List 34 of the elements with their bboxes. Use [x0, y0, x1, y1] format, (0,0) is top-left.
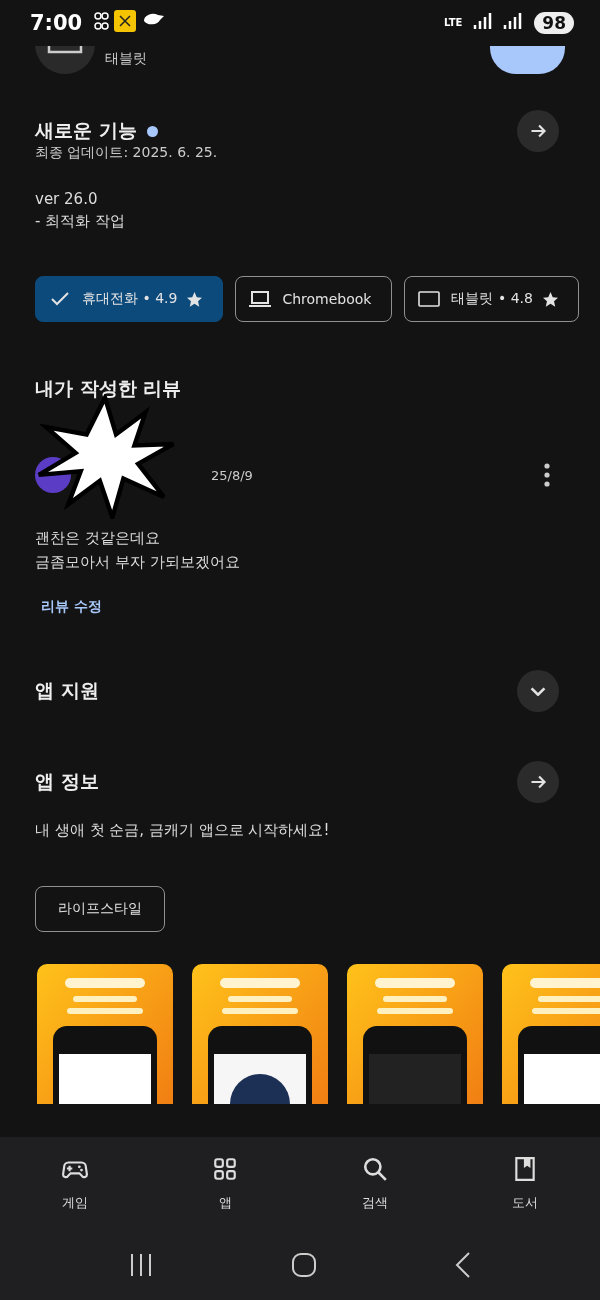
review-date: 25/8/9: [211, 467, 253, 483]
nav-tab[interactable]: 도서: [450, 1137, 600, 1230]
section-title: 앱 정보: [35, 769, 99, 794]
nav-tab[interactable]: 앱: [150, 1137, 300, 1230]
device-label: 태블릿: [105, 50, 147, 68]
battery-level: 98: [534, 12, 574, 34]
more-icon: [544, 463, 550, 487]
app-description: 내 생애 첫 순금, 금캐기 앱으로 시작하세요!: [34, 821, 331, 840]
grid-icon: [212, 1155, 238, 1182]
device-chip[interactable]: 휴대전화 • 4.9: [35, 276, 224, 322]
install-button[interactable]: [490, 46, 565, 74]
arrow-button[interactable]: [517, 110, 559, 152]
update-date: 최종 업데이트: 2025. 6. 25.: [34, 144, 219, 162]
arrow-button[interactable]: [517, 761, 559, 803]
back-button[interactable]: [455, 1252, 471, 1278]
section-title: 앱 지원: [35, 678, 99, 703]
section-title: 새로운 기능: [35, 118, 137, 143]
chevron-down-icon: [530, 686, 546, 696]
nav-tab[interactable]: 검색: [300, 1137, 450, 1230]
expand-button[interactable]: [517, 670, 559, 712]
book-icon: [512, 1155, 538, 1182]
search-icon: [362, 1155, 388, 1182]
nav-tab[interactable]: 게임: [0, 1137, 150, 1230]
edit-review-link[interactable]: 리뷰 수정: [41, 598, 102, 616]
review-text: 괜찬은 것같은데요 금좀모아서 부자 가되보겠어요: [34, 528, 241, 573]
device-chip[interactable]: 태블릿 • 4.8: [404, 276, 579, 322]
recents-button[interactable]: [129, 1253, 153, 1277]
network-type: LTE: [443, 18, 463, 28]
category-chip[interactable]: 라이프스타일: [35, 886, 165, 932]
section-title: 내가 작성한 리뷰: [35, 376, 182, 401]
home-button[interactable]: [291, 1252, 317, 1278]
status-time: 7:00: [30, 11, 83, 35]
release-notes: ver 26.0 - 최적화 작업: [34, 189, 126, 232]
device-chip[interactable]: Chromebook: [235, 276, 393, 322]
